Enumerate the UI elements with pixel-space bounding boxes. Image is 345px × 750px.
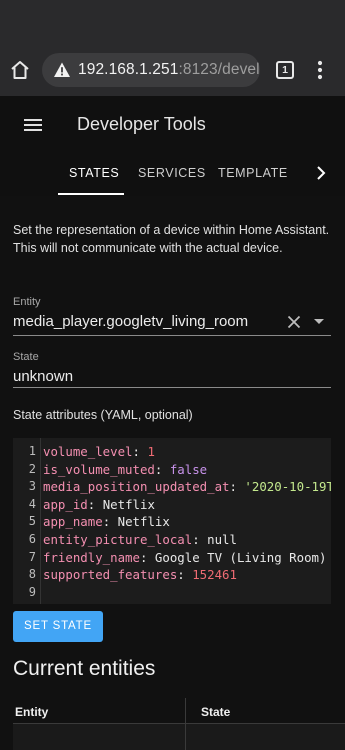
yaml-key: app_name	[43, 514, 103, 530]
yaml-key: app_id	[43, 496, 88, 512]
clear-icon[interactable]	[286, 314, 302, 330]
tab-bar: STATES SERVICES TEMPLATE	[0, 156, 345, 196]
yaml-value: Netflix	[117, 514, 170, 530]
gutter-divider	[40, 438, 41, 604]
code-line: media_position_updated_at: '2020-10-19T	[43, 478, 331, 496]
line-number: 1	[28, 444, 36, 458]
code-line: supported_features: 152461	[43, 567, 237, 583]
code-line: app_id: Netflix	[43, 496, 155, 512]
tab-states[interactable]: STATES	[69, 166, 119, 180]
home-icon[interactable]	[8, 58, 32, 82]
active-tab-indicator	[58, 193, 124, 195]
code-line: entity_picture_local: null	[43, 531, 237, 547]
yaml-value: Google TV (Living Room)	[154, 549, 327, 565]
column-header-entity[interactable]: Entity	[15, 705, 48, 719]
page-title: Developer Tools	[77, 114, 206, 134]
yaml-key: supported_features	[43, 567, 178, 583]
intro-line-2: This will not communicate with the actua…	[13, 240, 283, 255]
state-underline	[13, 387, 331, 388]
dropdown-arrow-icon[interactable]	[314, 319, 324, 324]
code-line: friendly_name: Google TV (Living Room)	[43, 549, 327, 565]
chevron-right-icon[interactable]	[313, 164, 329, 182]
entity-label: Entity	[13, 296, 41, 308]
yaml-key: is_volume_muted	[43, 461, 155, 477]
tab-services[interactable]: SERVICES	[138, 166, 206, 180]
code-lines: volume_level: 1 is_volume_muted: false m…	[43, 443, 331, 601]
address-bar[interactable]: 192.168.1.251:8123/develo	[42, 53, 260, 87]
yaml-value: null	[207, 531, 237, 547]
browser-toolbar: 192.168.1.251:8123/develo 1	[0, 44, 345, 96]
yaml-value: '2020-10-19T	[244, 479, 331, 495]
column-divider	[185, 698, 186, 750]
intro-text: Set the representation of a device withi…	[13, 222, 333, 257]
more-vert-icon[interactable]	[311, 58, 329, 82]
line-number: 9	[28, 584, 36, 599]
entity-field[interactable]: media_player.googletv_living_room	[13, 313, 248, 330]
state-field[interactable]: unknown	[13, 368, 73, 385]
table-row	[13, 724, 345, 750]
intro-line-1: Set the representation of a device withi…	[13, 223, 330, 237]
column-header-state[interactable]: State	[201, 705, 230, 719]
state-label: State	[13, 351, 39, 363]
current-entities-title: Current entities	[13, 657, 156, 680]
status-bar	[0, 0, 345, 44]
warning-icon[interactable]	[53, 61, 71, 79]
yaml-value: 152461	[192, 567, 237, 583]
line-number: 6	[28, 531, 36, 546]
line-number-gutter: 1 2 3 4 5 6 7 8 9	[13, 443, 40, 601]
app-header: Developer Tools STATES SERVICES TEMPLATE	[0, 96, 345, 196]
line-number: 8	[28, 567, 36, 582]
yaml-value: false	[169, 461, 208, 477]
entities-table-header: Entity State	[13, 698, 345, 724]
yaml-key: entity_picture_local	[43, 531, 193, 547]
yaml-editor[interactable]: 1 2 3 4 5 6 7 8 9 volume_level: 1 is_vol…	[13, 438, 331, 604]
url-host: 192.168.1.251	[78, 61, 179, 78]
yaml-key: media_position_updated_at	[43, 479, 230, 495]
main-content: Set the representation of a device withi…	[0, 196, 345, 750]
code-line: is_volume_muted: false	[43, 461, 208, 477]
line-number: 5	[28, 514, 36, 529]
code-line: volume_level: 1	[43, 444, 155, 459]
line-number: 4	[28, 496, 36, 511]
code-line: app_name: Netflix	[43, 514, 170, 530]
line-number: 3	[28, 479, 36, 494]
yaml-value: Netflix	[102, 496, 155, 512]
line-number: 2	[28, 461, 36, 476]
set-state-button[interactable]: SET STATE	[13, 611, 103, 642]
line-number: 7	[28, 549, 36, 564]
url-text: 192.168.1.251:8123/develo	[78, 61, 260, 79]
entity-underline	[13, 335, 331, 336]
tab-switcher-button[interactable]: 1	[276, 61, 294, 79]
attributes-label: State attributes (YAML, optional)	[13, 408, 193, 422]
menu-icon[interactable]	[24, 116, 44, 134]
yaml-key: volume_level	[43, 444, 133, 459]
yaml-key: friendly_name	[43, 549, 140, 565]
url-path: :8123/develo	[178, 61, 260, 78]
tab-template[interactable]: TEMPLATE	[218, 166, 288, 180]
yaml-value: 1	[147, 444, 155, 459]
